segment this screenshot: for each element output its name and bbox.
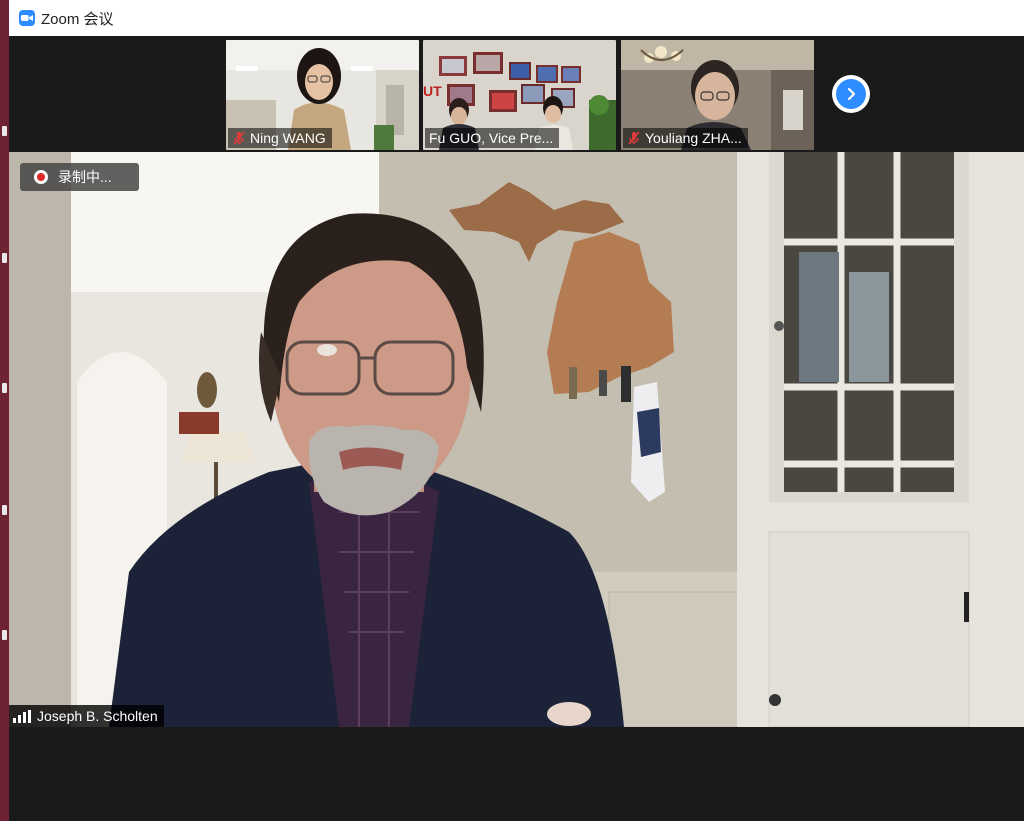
speaker-name-label: Joseph B. Scholten bbox=[9, 705, 164, 727]
desktop-icon bbox=[2, 126, 7, 136]
active-speaker-video[interactable]: 录制中... Joseph B. Scholten bbox=[9, 152, 1024, 727]
meeting-bottom-area bbox=[9, 727, 1024, 821]
zoom-logo-icon bbox=[19, 10, 35, 26]
desktop-icon bbox=[2, 383, 7, 393]
recording-indicator[interactable]: 录制中... bbox=[20, 163, 139, 191]
desktop-icon bbox=[2, 253, 7, 263]
speaker-video-frame bbox=[9, 152, 1024, 727]
desktop-icon bbox=[2, 505, 7, 515]
participant-name-label: Fu GUO, Vice Pre... bbox=[425, 128, 560, 148]
participant-name: Youliang ZHA... bbox=[645, 130, 742, 146]
recording-label: 录制中... bbox=[58, 169, 112, 185]
signal-strength-icon bbox=[13, 709, 31, 723]
chevron-right-icon bbox=[836, 79, 866, 109]
participant-name: Ning WANG bbox=[250, 130, 326, 146]
next-page-button[interactable] bbox=[832, 75, 870, 113]
participant-gallery-strip: Ning WANG UT Fu GUO, Vice Pre... Youlian… bbox=[9, 36, 1024, 152]
desktop-icon bbox=[2, 630, 7, 640]
participant-name-label: Ning WANG bbox=[228, 128, 332, 148]
svg-text:UT: UT bbox=[423, 83, 442, 99]
desktop-background bbox=[0, 0, 9, 821]
zoom-meeting-window: Zoom 会议 Ning WANG UT Fu GUO, Vice Pre...… bbox=[9, 0, 1024, 821]
microphone-muted-icon bbox=[233, 131, 245, 145]
participant-tile[interactable]: Ning WANG bbox=[226, 40, 419, 150]
recording-icon bbox=[34, 170, 48, 184]
participant-name: Fu GUO, Vice Pre... bbox=[429, 130, 554, 146]
participant-tile[interactable]: UT Fu GUO, Vice Pre... bbox=[423, 40, 616, 150]
microphone-muted-icon bbox=[628, 131, 640, 145]
window-title: Zoom 会议 bbox=[41, 10, 114, 28]
speaker-name: Joseph B. Scholten bbox=[37, 708, 158, 724]
participant-name-label: Youliang ZHA... bbox=[623, 128, 748, 148]
participant-tile[interactable]: Youliang ZHA... bbox=[621, 40, 814, 150]
title-bar[interactable]: Zoom 会议 bbox=[9, 0, 1024, 36]
